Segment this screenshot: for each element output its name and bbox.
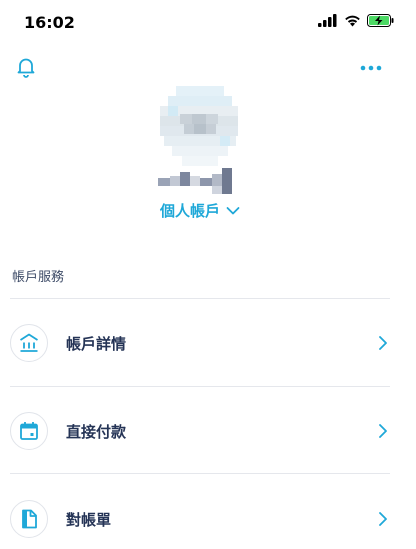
menu-item-label: 對帳單: [66, 510, 112, 529]
account-type-label: 個人帳戶: [159, 202, 220, 220]
chevron-down-icon: [226, 207, 240, 215]
menu-item-direct-debit[interactable]: 直接付款: [10, 401, 390, 461]
menu-item-statements[interactable]: 對帳單: [10, 489, 390, 549]
signal-icon: [318, 14, 337, 27]
calendar-icon: [10, 412, 48, 450]
avatar: [158, 86, 242, 166]
status-time: 16:02: [24, 13, 75, 32]
section-title: 帳戶服務: [12, 270, 65, 285]
wifi-icon: [345, 15, 360, 27]
battery-charging-icon: [367, 14, 394, 27]
divider: [10, 386, 390, 387]
status-bar: 16:02: [0, 0, 416, 44]
account-selector[interactable]: 個人帳戶: [0, 200, 400, 221]
menu-item-account-details[interactable]: 帳戶詳情: [10, 313, 390, 373]
chevron-right-icon: [379, 512, 387, 526]
status-icons: [318, 14, 394, 27]
bell-icon[interactable]: [14, 55, 38, 79]
chevron-right-icon: [379, 336, 387, 350]
bank-icon: [10, 324, 48, 362]
more-dots-icon[interactable]: [358, 58, 386, 78]
divider: [10, 473, 390, 474]
menu-item-label: 帳戶詳情: [66, 334, 127, 353]
account-holder-name: [158, 168, 234, 196]
divider: [10, 298, 390, 299]
menu-item-label: 直接付款: [66, 422, 127, 441]
document-icon: [10, 500, 48, 538]
chevron-right-icon: [379, 424, 387, 438]
